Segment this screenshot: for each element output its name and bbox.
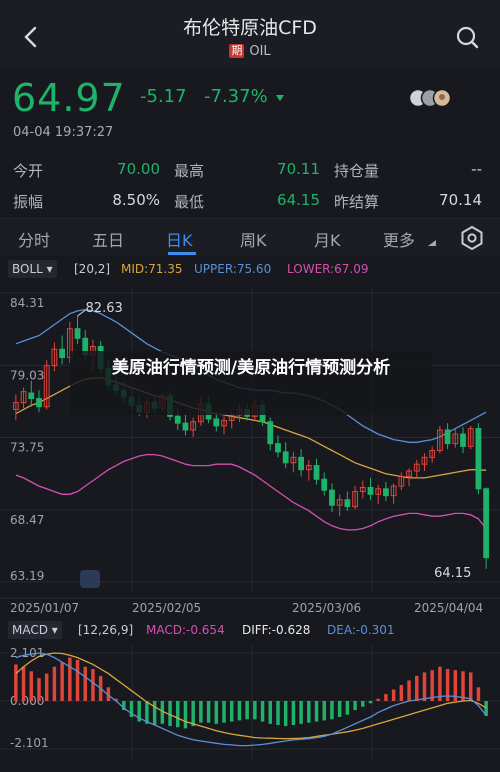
candle-body	[329, 489, 335, 506]
kline-chart: 84.31 79.03 73.75 68.47 63.19 2025/01/07 2025/…	[0, 289, 500, 759]
down-arrow-icon	[276, 95, 284, 101]
boll-upper: UPPER:75.60	[194, 262, 272, 276]
quote-time: 04-04 19:37:27	[13, 125, 114, 140]
price-tick-label: 84.31	[10, 296, 44, 310]
sub-indicator-select[interactable]: MACD ▾	[8, 621, 62, 639]
overlay-title-text: 美原油行情预测/美原油行情预测分析	[111, 358, 391, 378]
tab-intraday[interactable]: 分时	[18, 227, 50, 251]
tab-active-indicator	[168, 252, 196, 255]
stat-label-prev-settle: 昨结算	[334, 193, 380, 211]
candle-body	[282, 451, 289, 464]
candle-body	[383, 488, 389, 497]
chart-settings-icon[interactable]	[458, 224, 486, 252]
price-tick-label: 68.47	[10, 513, 44, 527]
macd-params: [12,26,9]	[78, 623, 134, 637]
candle-body	[267, 421, 274, 445]
stat-value-prev-settle: 70.14	[439, 191, 482, 209]
main-indicator-select[interactable]: BOLL ▾	[8, 260, 57, 278]
boll-mid: MID:71.35	[121, 262, 183, 276]
last-price: 64.97	[12, 76, 126, 120]
candle-body	[483, 488, 490, 559]
candle-body	[74, 328, 81, 339]
tab-weekly-k[interactable]: 周K	[240, 227, 267, 251]
candle-body	[475, 428, 482, 490]
stat-value-open: 70.00	[117, 160, 160, 178]
candle-body	[460, 433, 466, 447]
candle-body	[59, 348, 66, 358]
min-price-annotation: 64.15	[434, 566, 471, 581]
date-tick-label: 2025/02/05	[132, 601, 201, 615]
stat-label-open: 今开	[13, 162, 44, 180]
diff-value: DIFF:-0.628	[242, 623, 311, 637]
tab-more[interactable]: 更多	[383, 227, 415, 251]
price-change: -5.17	[140, 86, 187, 107]
date-tick-label: 2025/04/04	[414, 601, 483, 615]
dea-value: DEA:-0.301	[327, 623, 395, 637]
macd-value: MACD:-0.654	[146, 623, 225, 637]
max-price-annotation: 82.63	[86, 301, 123, 316]
chart-area[interactable]: 84.31 79.03 73.75 68.47 63.19 2025/01/07 2025/…	[0, 256, 500, 768]
stat-label-open-interest: 持仓量	[334, 162, 380, 180]
tab-five-day[interactable]: 五日	[92, 227, 124, 251]
candle-body	[182, 422, 189, 431]
boll-lower-line	[15, 453, 487, 531]
watchers-avatar-group[interactable]	[408, 88, 456, 108]
macd-select-label: MACD	[12, 623, 48, 637]
date-tick-label: 2025/01/07	[10, 601, 79, 615]
stat-label-high: 最高	[174, 162, 205, 180]
candle-body	[298, 456, 305, 471]
tab-monthly-k[interactable]: 月K	[314, 227, 341, 251]
stat-value-amplitude: 8.50%	[112, 191, 160, 209]
boll-lower: LOWER:67.09	[287, 262, 369, 276]
boll-params: [20,2]	[74, 262, 111, 276]
candle-body	[313, 465, 320, 480]
crosshair-toggle-icon	[80, 570, 100, 588]
page-title: 布伦特原油CFD	[183, 17, 317, 39]
candle-body	[444, 429, 451, 445]
candle-body	[367, 486, 374, 495]
stat-value-high: 70.11	[277, 160, 320, 178]
candles: 82.63 64.15	[12, 301, 490, 588]
price-tick-label: 73.75	[10, 441, 44, 455]
tab-daily-k[interactable]: 日K	[166, 227, 193, 251]
stat-label-amplitude: 振幅	[13, 193, 44, 211]
symbol-row: 期 OIL	[0, 44, 500, 59]
symbol-label: OIL	[249, 44, 271, 59]
price-tick-label: 63.19	[10, 569, 44, 583]
candle-body	[36, 398, 42, 408]
price-tick-label: 79.03	[10, 368, 44, 382]
candle-body	[321, 478, 328, 491]
candle-body	[28, 392, 35, 400]
macd-tick-label: -2.101	[10, 736, 49, 750]
candle-body	[275, 443, 281, 453]
futures-tag: 期	[229, 44, 245, 58]
boll-select-label: BOLL	[12, 262, 43, 276]
stat-value-low: 64.15	[277, 191, 320, 209]
candle-body	[174, 415, 181, 424]
date-tick-label: 2025/03/06	[292, 601, 361, 615]
candle-body	[213, 418, 220, 427]
price-change-percent: -7.37%	[204, 86, 268, 107]
stat-label-low: 最低	[174, 193, 205, 211]
macd-panel: 2.1010.000-2.101	[0, 645, 500, 759]
stat-value-open-interest: --	[471, 160, 482, 178]
more-caret-icon	[428, 240, 436, 246]
search-icon[interactable]	[450, 20, 486, 56]
candle-body	[344, 499, 351, 508]
